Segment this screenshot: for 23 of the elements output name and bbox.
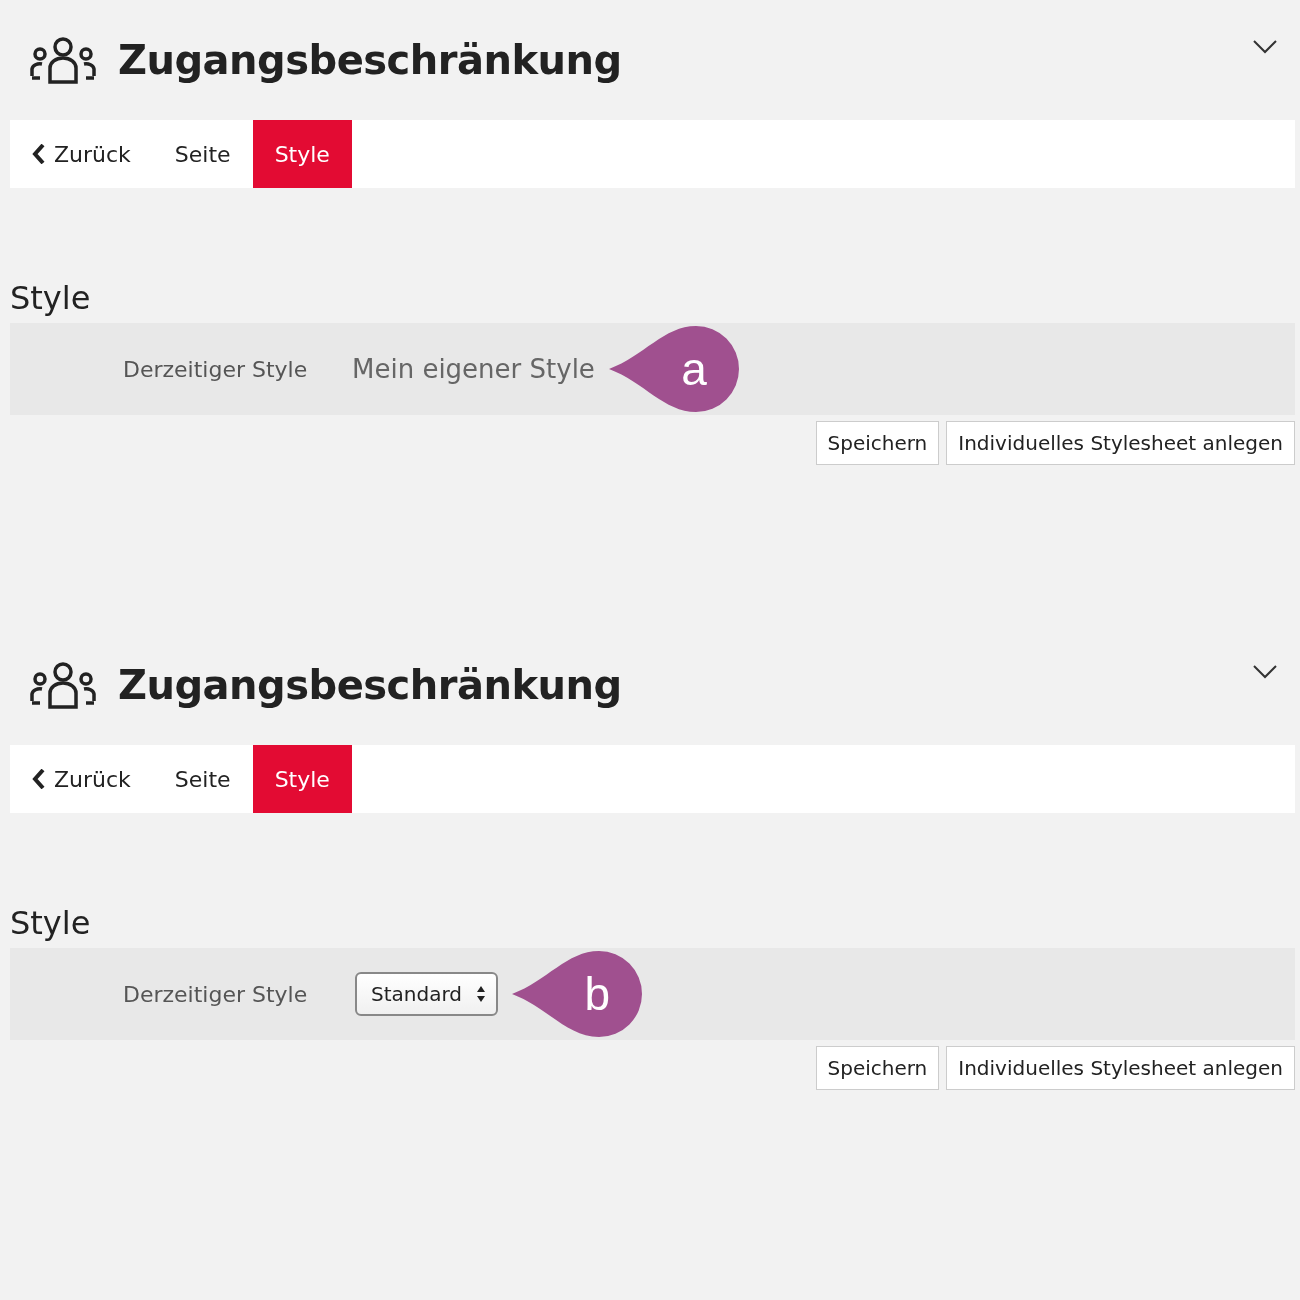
chevron-left-icon	[32, 144, 46, 164]
nav-tab[interactable]: Style	[252, 120, 352, 188]
field-label: Derzeitiger Style	[122, 356, 309, 382]
chevron-left-icon	[32, 769, 46, 789]
action-button[interactable]: Individuelles Stylesheet anlegen	[946, 421, 1295, 465]
people-icon	[28, 660, 98, 710]
section-title: Style	[10, 903, 92, 944]
up-down-arrows-icon	[476, 985, 486, 1003]
callout-marker: b	[512, 951, 642, 1037]
action-button[interactable]: Individuelles Stylesheet anlegen	[946, 1046, 1295, 1090]
chevron-down-icon[interactable]	[1253, 665, 1277, 679]
panel-title: Zugangsbeschränkung	[118, 37, 622, 83]
field-label: Derzeitiger Style	[122, 981, 309, 1007]
style-select[interactable]: Standard	[355, 972, 498, 1016]
callout-marker: a	[608, 326, 739, 412]
action-button[interactable]: Speichern	[815, 421, 940, 465]
panel-title: Zugangsbeschränkung	[118, 662, 622, 708]
section-title: Style	[10, 278, 92, 319]
style-value: Mein eigener Style	[352, 354, 595, 384]
action-button[interactable]: Speichern	[815, 1046, 940, 1090]
nav-tab[interactable]: Style	[252, 745, 352, 813]
chevron-down-icon[interactable]	[1253, 40, 1277, 54]
people-icon	[28, 35, 98, 85]
